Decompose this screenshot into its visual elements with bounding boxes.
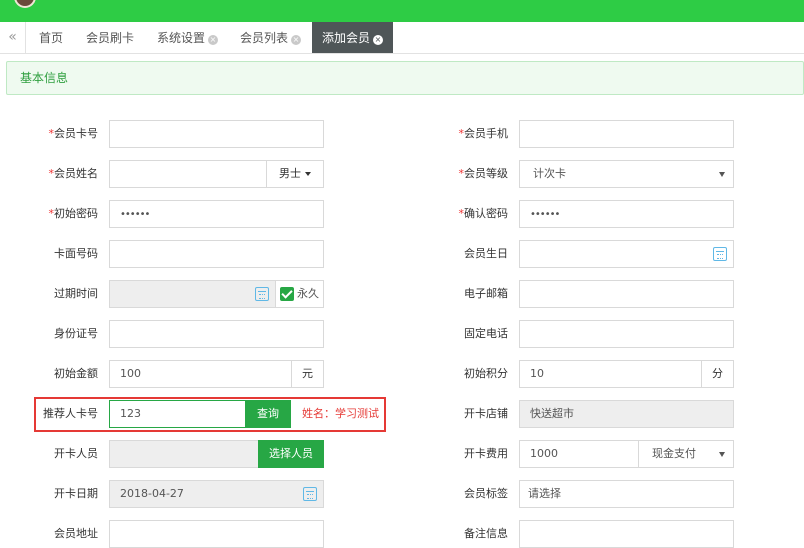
chevron-down-icon bbox=[719, 452, 725, 457]
level-label-text: 会员等级 bbox=[464, 167, 508, 180]
address-input[interactable] bbox=[109, 520, 324, 548]
face-no-label: 卡面号码 bbox=[54, 247, 98, 260]
card-no-input[interactable] bbox=[109, 120, 324, 148]
tab-settings[interactable]: 系统设置 × bbox=[157, 22, 219, 53]
tab-home[interactable]: 首页 bbox=[39, 22, 63, 53]
tab-card-swipe[interactable]: 会员刷卡 bbox=[86, 22, 134, 53]
pay-method-value: 现金支付 bbox=[652, 447, 696, 460]
tab-home-label: 首页 bbox=[39, 31, 64, 45]
gender-value: 男士 bbox=[279, 167, 301, 180]
close-icon[interactable]: × bbox=[373, 35, 384, 45]
checkbox-checked-icon[interactable] bbox=[280, 287, 294, 301]
card-no-label-text: 会员卡号 bbox=[54, 127, 98, 140]
tab-bar: « 首页 会员刷卡 系统设置 × 会员列表 × 添加会员 × bbox=[0, 22, 804, 54]
init-pwd-value: •••••• bbox=[120, 209, 150, 220]
open-date-input[interactable]: 2018-04-27 bbox=[109, 480, 324, 508]
confirm-pwd-label: *确认密码 bbox=[458, 207, 509, 220]
email-label: 电子邮箱 bbox=[464, 287, 508, 300]
confirm-pwd-input[interactable]: •••••• bbox=[519, 200, 734, 228]
tag-placeholder: 请选择 bbox=[528, 487, 561, 500]
referrer-value: 123 bbox=[120, 407, 141, 420]
init-pwd-input[interactable]: •••••• bbox=[109, 200, 324, 228]
tab-add-member[interactable]: 添加会员 × bbox=[312, 22, 394, 53]
select-staff-button[interactable]: 选择人员 bbox=[258, 440, 324, 468]
tab-settings-label: 系统设置 bbox=[157, 31, 206, 45]
scroll-left-icon[interactable]: « bbox=[0, 22, 26, 53]
query-button[interactable]: 查询 bbox=[245, 400, 291, 428]
close-icon[interactable]: × bbox=[291, 35, 302, 45]
open-date-label: 开卡日期 bbox=[54, 487, 98, 500]
remark-label: 备注信息 bbox=[464, 527, 508, 540]
tab-member-list-label: 会员列表 bbox=[240, 31, 289, 45]
caret-down-icon bbox=[305, 172, 311, 176]
tel-label: 固定电话 bbox=[464, 327, 508, 340]
tel-input[interactable] bbox=[519, 320, 734, 348]
tab-member-list[interactable]: 会员列表 × bbox=[240, 22, 302, 53]
fee-value: 1000 bbox=[530, 447, 558, 460]
init-amount-label: 初始金额 bbox=[54, 367, 98, 380]
pay-method-select[interactable]: 现金支付 bbox=[638, 440, 734, 468]
tag-select[interactable]: 请选择 bbox=[519, 480, 734, 508]
tag-label: 会员标签 bbox=[464, 487, 508, 500]
face-no-input[interactable] bbox=[109, 240, 324, 268]
level-value: 计次卡 bbox=[533, 167, 566, 180]
init-pwd-label: *初始密码 bbox=[48, 207, 99, 220]
chevron-down-icon bbox=[719, 172, 725, 177]
remark-input[interactable] bbox=[519, 520, 734, 548]
referrer-input[interactable]: 123 bbox=[109, 400, 246, 428]
referrer-name-text: 姓名：学习测试 bbox=[302, 407, 379, 420]
init-points-label: 初始积分 bbox=[464, 367, 508, 380]
store-label: 开卡店铺 bbox=[464, 407, 508, 420]
fee-label: 开卡费用 bbox=[464, 447, 508, 460]
birthday-label: 会员生日 bbox=[464, 247, 508, 260]
level-select[interactable]: 计次卡 bbox=[519, 160, 734, 188]
close-icon[interactable]: × bbox=[208, 35, 219, 45]
calendar-icon[interactable] bbox=[713, 247, 727, 261]
init-points-value: 10 bbox=[530, 367, 544, 380]
forever-label: 永久 bbox=[297, 287, 319, 300]
store-input[interactable]: 快送超市 bbox=[519, 400, 734, 428]
name-input[interactable] bbox=[109, 160, 267, 188]
expire-input[interactable] bbox=[109, 280, 276, 308]
name-label: *会员姓名 bbox=[48, 167, 99, 180]
forever-checkbox-group[interactable]: 永久 bbox=[275, 280, 324, 308]
referrer-label: 推荐人卡号 bbox=[43, 407, 98, 420]
confirm-pwd-label-text: 确认密码 bbox=[464, 207, 508, 220]
init-pwd-label-text: 初始密码 bbox=[54, 207, 98, 220]
top-header-bar bbox=[0, 0, 804, 22]
init-amount-unit: 元 bbox=[291, 360, 324, 388]
gender-dropdown[interactable]: 男士 bbox=[266, 160, 324, 188]
address-label: 会员地址 bbox=[54, 527, 98, 540]
idcard-input[interactable] bbox=[109, 320, 324, 348]
init-points-unit: 分 bbox=[701, 360, 734, 388]
confirm-pwd-value: •••••• bbox=[530, 209, 560, 220]
calendar-icon[interactable] bbox=[303, 487, 317, 501]
phone-input[interactable] bbox=[519, 120, 734, 148]
expire-label: 过期时间 bbox=[54, 287, 98, 300]
staff-label: 开卡人员 bbox=[54, 447, 98, 460]
init-amount-value: 100 bbox=[120, 367, 141, 380]
email-input[interactable] bbox=[519, 280, 734, 308]
avatar[interactable] bbox=[14, 0, 36, 8]
open-date-value: 2018-04-27 bbox=[120, 487, 184, 500]
phone-label-text: 会员手机 bbox=[464, 127, 508, 140]
calendar-icon[interactable] bbox=[255, 287, 269, 301]
level-label: *会员等级 bbox=[458, 167, 509, 180]
name-label-text: 会员姓名 bbox=[54, 167, 98, 180]
tab-card-swipe-label: 会员刷卡 bbox=[86, 31, 135, 45]
idcard-label: 身份证号 bbox=[54, 327, 98, 340]
section-title: 基本信息 bbox=[6, 61, 804, 95]
birthday-input[interactable] bbox=[519, 240, 734, 268]
staff-input[interactable] bbox=[109, 440, 259, 468]
phone-label: *会员手机 bbox=[458, 127, 509, 140]
store-value: 快送超市 bbox=[530, 407, 574, 420]
init-amount-input[interactable]: 100 bbox=[109, 360, 292, 388]
fee-input[interactable]: 1000 bbox=[519, 440, 639, 468]
card-no-label: *会员卡号 bbox=[48, 127, 99, 140]
tab-add-member-label: 添加会员 bbox=[322, 31, 371, 45]
init-points-input[interactable]: 10 bbox=[519, 360, 702, 388]
